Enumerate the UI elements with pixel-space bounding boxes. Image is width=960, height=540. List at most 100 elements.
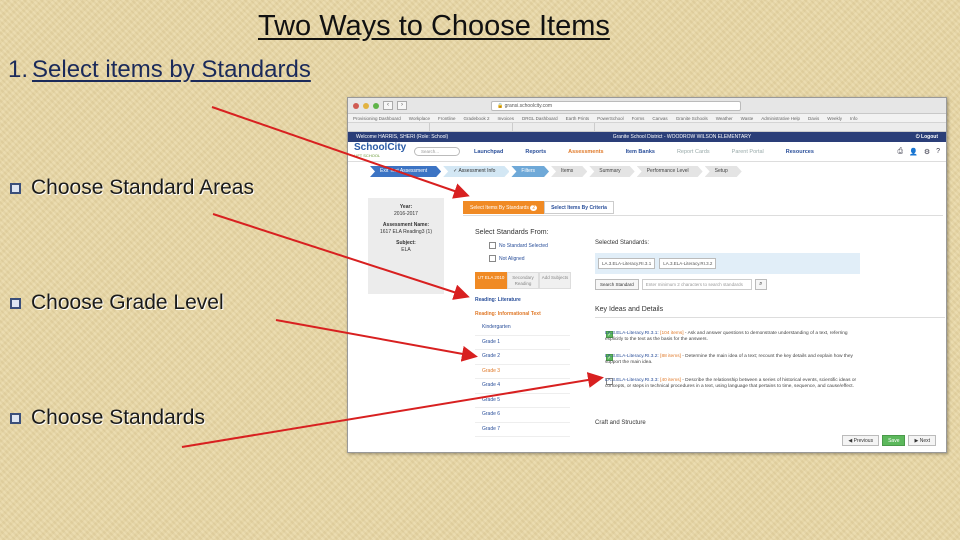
bookmark-item[interactable]: Frontline xyxy=(438,114,456,122)
previous-button[interactable]: ◀ Previous xyxy=(842,435,880,446)
district-text: Granite School District - WOODROW WILSON… xyxy=(612,134,752,140)
browser-tab[interactable] xyxy=(348,123,431,131)
save-button[interactable]: Save xyxy=(882,435,906,446)
nav-links: Launchpad Reports Assessments Item Banks… xyxy=(474,149,814,155)
bookmark-item[interactable]: Granite Schools xyxy=(676,114,708,122)
forward-icon[interactable]: › xyxy=(397,101,407,110)
grade-item[interactable]: Grade 5 xyxy=(475,394,570,408)
bookmark-item[interactable]: Waste xyxy=(741,114,754,122)
wizard-filters[interactable]: Filters xyxy=(511,166,549,177)
tab-divider xyxy=(463,215,943,216)
nav-item-banks[interactable]: Item Banks xyxy=(626,149,655,155)
bookmark-item[interactable]: Earth Prints xyxy=(566,114,590,122)
wizard-buttons: ◀ Previous Save ▶ Next xyxy=(842,435,936,446)
craft-structure-heading: Craft and Structure xyxy=(595,420,646,426)
count-badge: 2 xyxy=(530,205,538,211)
bullet-standard-areas: Choose Standard Areas xyxy=(10,176,254,200)
wizard-assessment-info[interactable]: ✓ Assessment Info xyxy=(443,166,509,177)
standard-search-row: Search Standard Enter minimum 2 characte… xyxy=(595,279,767,290)
standard-item: LA.3.ELA-Literacy.RI.3.3: [40 items] - D… xyxy=(605,378,857,390)
schoolcity-logo[interactable]: SchoolCity LIFT SCHOOL xyxy=(354,142,414,160)
bullet-square-icon xyxy=(10,297,21,309)
maximize-window-icon[interactable] xyxy=(373,102,379,109)
bookmark-item[interactable]: Davis xyxy=(808,114,819,122)
grade-item[interactable]: Grade 2 xyxy=(475,350,570,365)
browser-tab[interactable] xyxy=(513,123,595,131)
bookmark-item[interactable]: Forms xyxy=(632,114,645,122)
bookmark-item[interactable]: Invoices xyxy=(498,114,515,122)
standard-search-input[interactable]: Enter minimum 2 characters to search sta… xyxy=(641,279,752,290)
close-window-icon[interactable] xyxy=(353,102,359,109)
settings-icon[interactable]: ⚙ xyxy=(924,148,930,156)
bookmark-item[interactable]: Administrative Help xyxy=(761,114,800,122)
user-icon[interactable]: 👤 xyxy=(909,148,918,156)
grade-item[interactable]: Grade 6 xyxy=(475,408,570,423)
tab-by-criteria[interactable]: Select Items By Criteria xyxy=(544,201,614,214)
key-ideas-heading: Key Ideas and Details xyxy=(595,306,945,318)
bookmark-item[interactable]: PowerSchool xyxy=(597,114,624,122)
selection-tabs: Select Items By Standards 2 Select Items… xyxy=(463,201,614,214)
nav-reports[interactable]: Reports xyxy=(525,149,546,155)
tab-by-standards[interactable]: Select Items By Standards 2 xyxy=(463,201,545,214)
minimize-window-icon[interactable] xyxy=(363,102,369,109)
selected-standards-box: LA.3.ELA-Literacy.RI.3.1 LA.3.ELA-Litera… xyxy=(595,253,860,274)
selected-standards-title: Selected Standards: xyxy=(595,240,650,246)
wizard-exit[interactable]: Exit Test Assessment xyxy=(370,166,441,177)
search-icon[interactable]: ⌕ xyxy=(754,279,767,290)
bullet-square-icon xyxy=(10,412,21,424)
wizard-performance-level[interactable]: Performance Level xyxy=(637,166,703,177)
address-bar[interactable]: 🔒 gransi.schoolcity.com xyxy=(491,100,741,111)
sub-heading-number: 1. xyxy=(8,56,29,83)
welcome-bar: Welcome HARRIS, SHERI (Role: School) Gra… xyxy=(348,132,946,142)
checkbox[interactable] xyxy=(489,255,496,262)
nav-assessments[interactable]: Assessments xyxy=(568,149,603,155)
print-icon[interactable]: ⎙ xyxy=(897,148,903,156)
grade-item[interactable]: Kindergarten xyxy=(475,321,570,336)
tab-secondary-reading[interactable]: Secondary Reading xyxy=(507,272,539,289)
bookmark-item[interactable]: Weekly xyxy=(827,114,842,122)
checkbox[interactable] xyxy=(489,242,496,249)
search-standard-button[interactable]: Search Standard xyxy=(595,279,639,290)
nav-report-cards[interactable]: Report Cards xyxy=(677,149,710,155)
app-nav: SchoolCity LIFT SCHOOL Search... Launchpa… xyxy=(348,142,946,162)
bookmark-item[interactable]: Canvas xyxy=(652,114,667,122)
grade-item[interactable]: Grade 1 xyxy=(475,336,570,350)
grade-item[interactable]: Grade 4 xyxy=(475,379,570,394)
selected-chip[interactable]: LA.3.ELA-Literacy.RI.3.2 xyxy=(659,258,717,269)
option-no-standard[interactable]: No Standard Selected xyxy=(489,242,548,249)
nav-parent-portal[interactable]: Parent Portal xyxy=(732,149,764,155)
slide-title: Two Ways to Choose Items xyxy=(258,10,610,42)
standard-area-tabs: UT ELA 2010 Secondary Reading Add Subjec… xyxy=(475,272,571,289)
app-search-input[interactable]: Search... xyxy=(414,147,460,156)
bookmark-item[interactable]: Gradebook 2 xyxy=(463,114,489,122)
bullet-grade-level: Choose Grade Level xyxy=(10,291,224,315)
grade-item-selected[interactable]: Grade 3 xyxy=(475,365,570,379)
next-button[interactable]: ▶ Next xyxy=(908,435,936,446)
bookmark-item[interactable]: Provisioning Dashboard xyxy=(353,114,401,122)
option-not-aligned[interactable]: Not Aligned xyxy=(489,255,525,262)
help-icon[interactable]: ? xyxy=(936,148,940,156)
nav-resources[interactable]: Resources xyxy=(786,149,814,155)
selected-chip[interactable]: LA.3.ELA-Literacy.RI.3.1 xyxy=(598,258,656,269)
bookmark-item[interactable]: Info xyxy=(850,114,858,122)
tab-ut-ela[interactable]: UT ELA 2010 xyxy=(475,272,507,289)
tab-add-subjects[interactable]: Add Subjects xyxy=(539,272,571,289)
bullet-standards: Choose Standards xyxy=(10,406,205,430)
wizard-setup[interactable]: Setup xyxy=(705,166,742,177)
tree-heading-literature[interactable]: Reading: Literature xyxy=(475,295,570,305)
nav-icons: ⎙ 👤 ⚙ ? xyxy=(897,148,940,156)
grade-item[interactable]: Grade 7 xyxy=(475,423,570,437)
wizard-summary[interactable]: Summary xyxy=(589,166,634,177)
back-icon[interactable]: ‹ xyxy=(383,101,393,110)
bookmark-item[interactable]: Workplace xyxy=(409,114,430,122)
wizard-items[interactable]: Items xyxy=(551,166,587,177)
standard-tree: Reading: Literature Reading: Information… xyxy=(475,295,570,437)
bookmark-item[interactable]: Weather xyxy=(716,114,733,122)
wizard-steps: Exit Test Assessment ✓ Assessment Info F… xyxy=(348,165,946,178)
logout-link[interactable]: ⏻ Logout xyxy=(916,132,938,142)
browser-tab[interactable] xyxy=(430,123,513,131)
nav-launchpad[interactable]: Launchpad xyxy=(474,149,503,155)
tree-heading-informational[interactable]: Reading: Informational Text xyxy=(475,309,570,319)
select-from-label: Select Standards From: xyxy=(475,229,549,236)
bookmark-item[interactable]: DRGL Dashboard xyxy=(522,114,558,122)
